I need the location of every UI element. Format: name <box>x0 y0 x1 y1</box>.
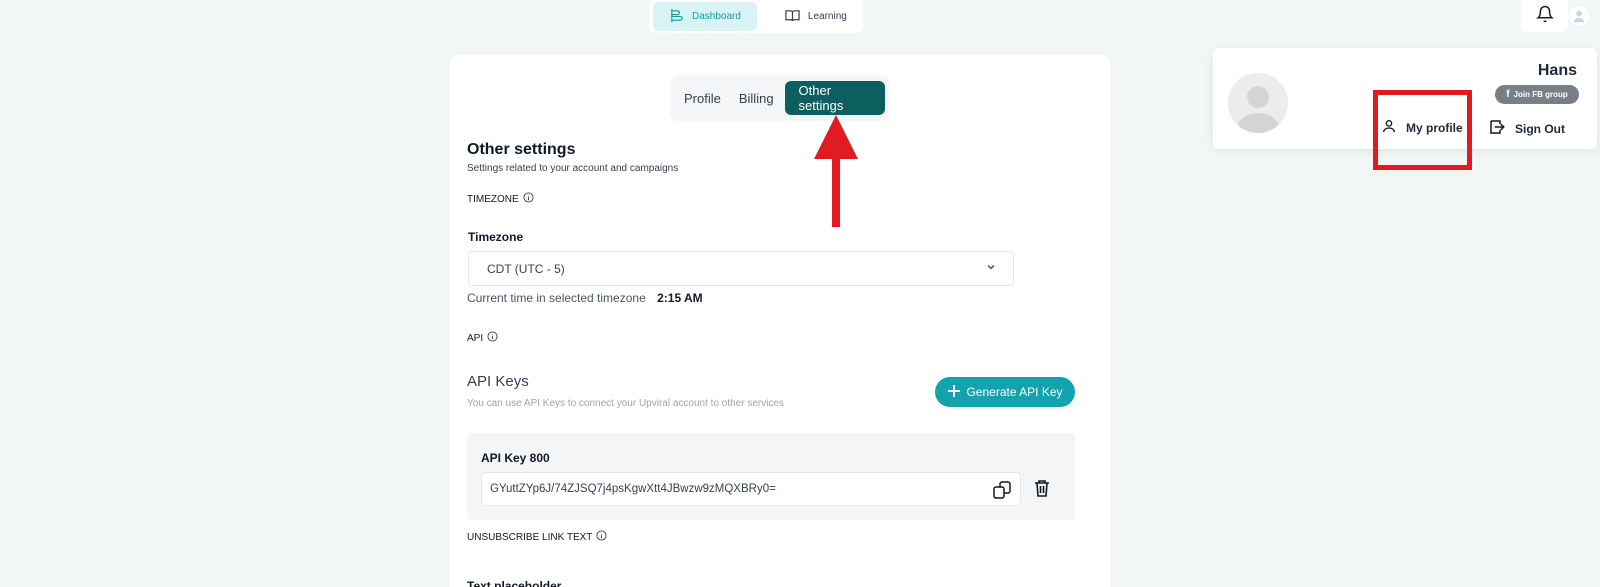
text-placeholder-label: Text placeholder <box>467 579 562 587</box>
generate-api-key-label: Generate API Key <box>966 385 1063 399</box>
user-name: Hans <box>1537 62 1577 79</box>
api-section-label: API <box>467 331 498 345</box>
unsubscribe-section-text: UNSUBSCRIBE LINK TEXT <box>467 531 593 543</box>
trash-icon[interactable] <box>1031 477 1053 499</box>
copy-icon[interactable] <box>992 480 1012 500</box>
annotation-highlight-box <box>1373 90 1472 170</box>
current-time-row: Current time in selected timezone 2:15 A… <box>467 291 703 305</box>
tab-profile[interactable]: Profile <box>675 81 730 115</box>
api-key-item: API Key 800 GYuttZYp6J/74ZJSQ7j4psKgwXtt… <box>467 433 1075 520</box>
info-icon <box>523 192 534 206</box>
api-keys-subtitle: You can use API Keys to connect your Upv… <box>467 398 785 409</box>
unsubscribe-section-label: UNSUBSCRIBE LINK TEXT <box>467 530 607 544</box>
notifications-button[interactable] <box>1521 0 1568 32</box>
current-time-value: 2:15 AM <box>657 291 703 305</box>
api-key-label: API Key 800 <box>481 451 550 465</box>
tab-other-settings[interactable]: Other settings <box>784 81 885 115</box>
facebook-icon: f <box>1506 89 1510 100</box>
join-fb-group-button[interactable]: f Join FB group <box>1495 85 1579 104</box>
page-title: Other settings <box>467 141 576 158</box>
sign-out-icon <box>1488 118 1506 139</box>
annotation-arrow <box>814 115 858 227</box>
sign-out-link[interactable]: Sign Out <box>1488 118 1565 139</box>
timezone-label: Timezone <box>468 230 524 244</box>
fb-badge-label: Join FB group <box>1513 90 1568 99</box>
nav-dashboard[interactable]: Dashboard <box>653 2 757 31</box>
timezone-section-label: TIMEZONE <box>467 192 534 206</box>
timezone-section-text: TIMEZONE <box>467 193 519 205</box>
info-icon <box>487 331 498 345</box>
timezone-select[interactable]: CDT (UTC - 5) <box>468 251 1014 286</box>
book-icon <box>785 8 800 26</box>
nav-learning[interactable]: Learning <box>769 2 863 31</box>
generate-api-key-button[interactable]: Generate API Key <box>935 377 1075 407</box>
sign-out-label: Sign Out <box>1515 121 1565 136</box>
user-avatar-button[interactable] <box>1569 6 1589 26</box>
avatar <box>1228 73 1288 133</box>
nav-dashboard-label: Dashboard <box>692 11 741 22</box>
page-subtitle: Settings related to your account and cam… <box>467 163 679 174</box>
settings-card: Profile Billing Other settings Other set… <box>450 55 1110 587</box>
info-icon <box>596 530 607 544</box>
nav-learning-label: Learning <box>807 11 847 22</box>
api-keys-title: API Keys <box>467 373 529 390</box>
timezone-value: CDT (UTC - 5) <box>487 261 565 276</box>
api-section-text: API <box>467 332 484 344</box>
api-key-value: GYuttZYp6J/74ZJSQ7j4psKgwXtt4JBwzw9zMQXB… <box>490 483 776 495</box>
dashboard-icon <box>669 8 684 26</box>
plus-icon <box>947 384 961 401</box>
top-nav: Dashboard Learning <box>649 0 863 33</box>
api-key-field[interactable]: GYuttZYp6J/74ZJSQ7j4psKgwXtt4JBwzw9zMQXB… <box>481 472 1021 506</box>
tab-billing[interactable]: Billing <box>730 81 783 115</box>
bell-icon <box>1535 5 1554 28</box>
current-time-label: Current time in selected timezone <box>467 291 646 305</box>
chevron-down-icon <box>985 261 997 276</box>
